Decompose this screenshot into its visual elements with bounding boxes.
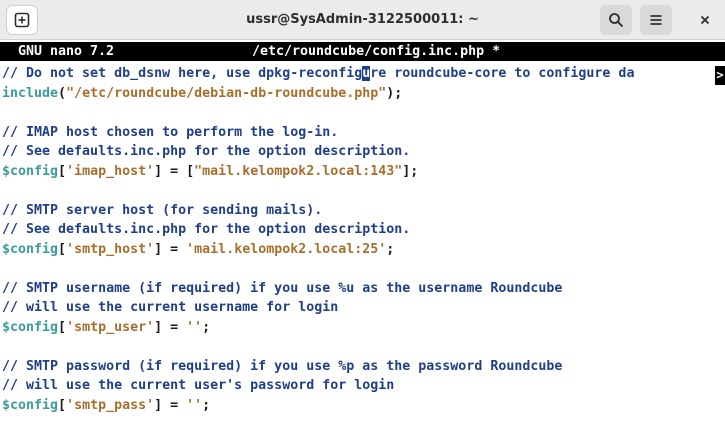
code-token: $config bbox=[2, 241, 59, 257]
header-bar: ussr@SysAdmin-3122500011: ~ bbox=[0, 0, 725, 40]
terminal-area[interactable]: GNU nano 7.2 /etc/roundcube/config.inc.p… bbox=[0, 40, 725, 421]
code-token: ] = bbox=[154, 241, 187, 257]
editor-line[interactable]: $config['smtp_user'] = ''; bbox=[2, 318, 210, 338]
code-token: // IMAP host chosen to perform the log-i… bbox=[2, 124, 339, 140]
code-token: [ bbox=[58, 397, 67, 413]
close-icon bbox=[700, 15, 710, 25]
code-token: // will use the current user's password … bbox=[2, 378, 395, 393]
code-token: ; bbox=[202, 319, 211, 335]
editor-line[interactable]: $config['smtp_pass'] = ''; bbox=[2, 396, 210, 416]
hamburger-menu-icon bbox=[650, 15, 662, 25]
code-token: ]; bbox=[402, 163, 419, 179]
code-token: $config bbox=[2, 397, 59, 413]
code-token: include bbox=[2, 85, 59, 101]
editor-line[interactable]: $config['smtp_host'] = 'mail.kelompok2.l… bbox=[2, 240, 394, 260]
new-tab-button[interactable] bbox=[6, 5, 38, 35]
code-token: [ bbox=[58, 319, 67, 335]
code-token: re roundcube-core to configure da bbox=[370, 66, 635, 81]
code-token: // SMTP server host (for sending mails). bbox=[2, 202, 323, 218]
code-token: [ bbox=[58, 241, 67, 257]
code-token: // SMTP password (if required) if you us… bbox=[2, 358, 563, 374]
code-token: '' bbox=[186, 319, 203, 335]
code-token: $config bbox=[2, 319, 59, 335]
code-token: "mail.kelompok2.local:143" bbox=[194, 163, 403, 179]
code-token: // Do not set db_dsnw here, use dpkg-rec… bbox=[2, 66, 363, 81]
editor-line[interactable]: // IMAP host chosen to perform the log-i… bbox=[2, 123, 338, 143]
editor-line[interactable]: // will use the current user's password … bbox=[2, 376, 394, 396]
nano-version: GNU nano 7.2 bbox=[18, 44, 115, 59]
code-token: ); bbox=[386, 85, 403, 101]
code-token: "/etc/roundcube/debian-db-roundcube.php" bbox=[66, 85, 387, 101]
code-token: // SMTP username (if required) if you us… bbox=[2, 280, 563, 296]
editor-line[interactable]: // See defaults.inc.php for the option d… bbox=[2, 142, 410, 162]
code-token: ; bbox=[386, 241, 395, 257]
window-title: ussr@SysAdmin-3122500011: ~ bbox=[246, 12, 479, 27]
code-token: '' bbox=[186, 397, 203, 413]
nano-title-bar: GNU nano 7.2 /etc/roundcube/config.inc.p… bbox=[0, 42, 725, 61]
code-token: ] = bbox=[154, 397, 187, 413]
editor-line[interactable]: $config['imap_host'] = ["mail.kelompok2.… bbox=[2, 162, 418, 182]
code-token: [ bbox=[58, 163, 67, 179]
terminal-window: ussr@SysAdmin-3122500011: ~ GNU nano 7.2 bbox=[0, 0, 725, 421]
editor-line[interactable]: // Do not set db_dsnw here, use dpkg-rec… bbox=[2, 64, 634, 84]
editor-line[interactable]: // See defaults.inc.php for the option d… bbox=[2, 220, 410, 240]
search-icon bbox=[609, 13, 623, 27]
search-button[interactable] bbox=[600, 5, 632, 35]
nano-filename: /etc/roundcube/config.inc.php * bbox=[252, 44, 501, 59]
code-token: 'smtp_host' bbox=[66, 241, 155, 257]
code-token: 'imap_host' bbox=[66, 163, 155, 179]
code-token: 'smtp_user' bbox=[66, 319, 155, 335]
code-token: $config bbox=[2, 163, 59, 179]
new-tab-icon bbox=[14, 12, 30, 28]
code-token: 'mail.kelompok2.local:25' bbox=[186, 241, 387, 257]
code-token: // See defaults.inc.php for the option d… bbox=[2, 144, 411, 159]
editor-line[interactable]: include("/etc/roundcube/debian-db-roundc… bbox=[2, 84, 402, 104]
menu-button[interactable] bbox=[640, 5, 672, 35]
code-token: // See defaults.inc.php for the option d… bbox=[2, 222, 411, 237]
editor-line[interactable]: // SMTP username (if required) if you us… bbox=[2, 279, 562, 299]
code-token: ] = [ bbox=[154, 163, 195, 179]
editor-line[interactable]: // SMTP password (if required) if you us… bbox=[2, 357, 562, 377]
editor-line[interactable]: // will use the current username for log… bbox=[2, 298, 338, 318]
code-token: // will use the current username for log… bbox=[2, 300, 339, 315]
editor-line[interactable]: // SMTP server host (for sending mails). bbox=[2, 201, 322, 221]
close-button[interactable] bbox=[688, 5, 722, 35]
code-token: 'smtp_pass' bbox=[66, 397, 155, 413]
code-token: ( bbox=[58, 85, 67, 101]
code-token: ; bbox=[202, 397, 211, 413]
code-token: ] = bbox=[154, 319, 187, 335]
